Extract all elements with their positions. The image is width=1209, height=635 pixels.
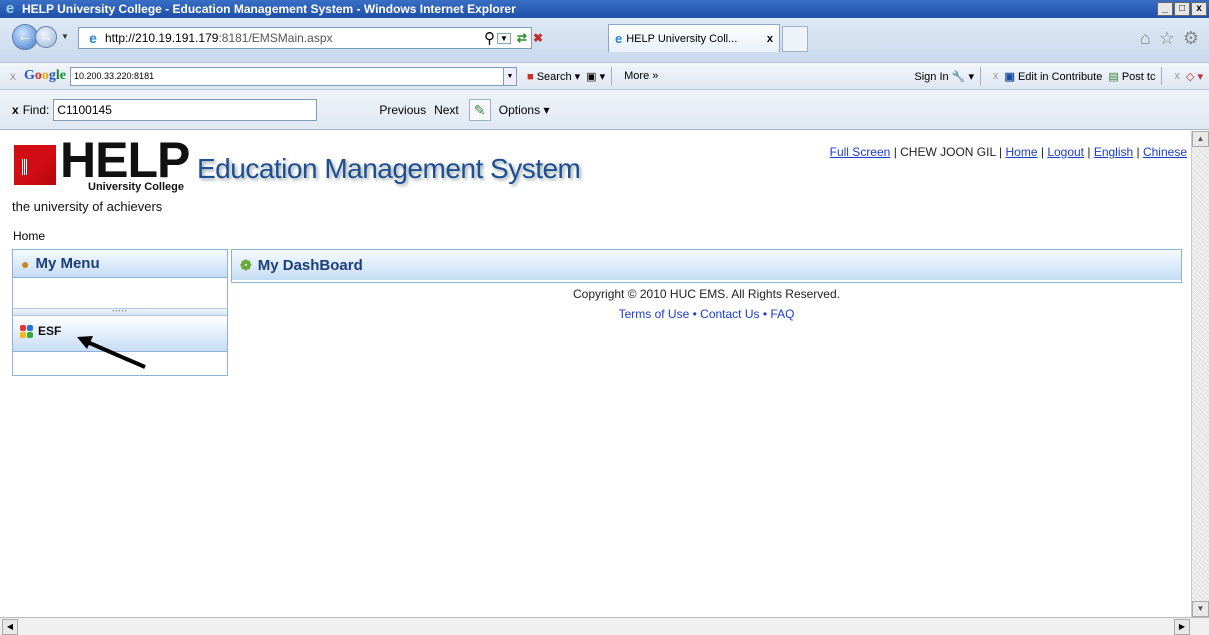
google-search-dropdown-icon[interactable]: ▼ <box>504 66 517 86</box>
history-dropdown-icon[interactable]: ▼ <box>61 32 69 41</box>
tab-page-icon: e <box>615 31 623 46</box>
copyright-text: Copyright © 2010 HUC EMS. All Rights Res… <box>573 287 840 301</box>
horizontal-scrollbar[interactable]: ◀ ▶ <box>0 617 1209 635</box>
scroll-right-icon[interactable]: ▶ <box>1174 619 1190 635</box>
edit-in-contribute-button[interactable]: ▣ Edit in Contribute <box>1005 70 1103 83</box>
home-link[interactable]: Home <box>1006 145 1038 159</box>
contact-us-link[interactable]: Contact Us <box>700 307 759 321</box>
stop-icon[interactable]: ✖ <box>533 31 543 45</box>
address-bar[interactable]: e http://210.19.191.179:8181/EMSMain.asp… <box>78 27 532 49</box>
footer-links: Terms of Use • Contact Us • FAQ <box>618 307 795 321</box>
close-icon[interactable]: x <box>1174 70 1180 82</box>
scroll-left-icon[interactable]: ◀ <box>2 619 18 635</box>
help-logo-text: HELP <box>60 132 190 188</box>
page-options-icon[interactable]: ▣ ▾ <box>586 70 605 83</box>
breadcrumb[interactable]: Home <box>13 229 45 243</box>
forward-button[interactable]: → <box>35 26 57 48</box>
window-title: HELP University College - Education Mana… <box>22 2 516 16</box>
translate-icon[interactable]: ◇ ▾ <box>1186 70 1203 83</box>
scroll-up-icon[interactable]: ▲ <box>1192 131 1209 147</box>
navigation-bar: ← → ▼ e http://210.19.191.179:8181/EMSMa… <box>0 18 1209 62</box>
google-search-input[interactable]: 10.200.33.220:8181 <box>70 66 504 86</box>
dashboard-icon: ❁ <box>240 256 252 273</box>
find-input[interactable]: C1100145 <box>53 98 318 121</box>
esf-app-icon <box>19 324 33 338</box>
find-close-button[interactable]: x <box>12 103 19 117</box>
help-logo-subtitle: University College <box>88 181 184 193</box>
browser-tab[interactable]: e HELP University Coll... x <box>608 24 780 52</box>
google-search-button[interactable]: ■ Search ▾ <box>527 70 580 83</box>
find-previous-button[interactable]: Previous <box>379 103 426 117</box>
scroll-down-icon[interactable]: ▼ <box>1192 601 1209 617</box>
faq-link[interactable]: FAQ <box>770 307 794 321</box>
find-bar: x Find: C1100145 Previous Next ✎ Options… <box>0 90 1209 130</box>
menu-body <box>13 278 227 308</box>
logout-link[interactable]: Logout <box>1047 145 1084 159</box>
tab-close-button[interactable]: x <box>767 33 773 45</box>
tagline: the university of achievers <box>12 199 163 214</box>
separator <box>611 67 613 85</box>
terms-of-use-link[interactable]: Terms of Use <box>619 307 690 321</box>
chinese-link[interactable]: Chinese <box>1143 145 1187 159</box>
my-menu-title: My Menu <box>35 255 100 272</box>
google-toolbar: x Google 10.200.33.220:8181 ▼ ■ Search ▾… <box>0 62 1209 90</box>
full-screen-link[interactable]: Full Screen <box>830 145 891 159</box>
search-icon[interactable]: ⚲ <box>484 29 495 47</box>
contribute-icon: ▣ <box>1004 70 1015 83</box>
separator <box>980 67 981 85</box>
dropdown-icon[interactable]: ▼ <box>497 32 511 44</box>
new-tab-button[interactable] <box>782 26 808 52</box>
post-to-button[interactable]: ▤ Post tc <box>1108 70 1155 83</box>
find-options-button[interactable]: Options ▾ <box>499 103 550 117</box>
app-title: Education Management System <box>197 153 581 184</box>
minimize-button[interactable]: _ <box>1157 2 1173 16</box>
my-menu-header[interactable]: ● My Menu <box>13 250 227 278</box>
help-logo-mark <box>14 145 56 185</box>
find-next-button[interactable]: Next <box>434 103 459 117</box>
maximize-button[interactable]: □ <box>1174 2 1190 16</box>
page-content: HELP University College the university o… <box>0 131 1191 617</box>
my-dashboard-header[interactable]: ❁ My DashBoard <box>232 250 1181 280</box>
top-links: Full Screen | CHEW JOON GIL | Home | Log… <box>829 145 1187 159</box>
wrench-icon: 🔧 <box>951 70 966 83</box>
close-window-button[interactable]: x <box>1191 2 1207 16</box>
home-icon[interactable]: ⌂ <box>1140 28 1151 49</box>
panel-splitter[interactable]: ••••• <box>13 308 227 316</box>
tools-gear-icon[interactable]: ⚙ <box>1183 28 1199 49</box>
page-icon: e <box>89 30 97 46</box>
find-label: Find: <box>22 102 50 117</box>
google-logo: Google <box>24 68 66 83</box>
user-icon: ● <box>21 255 30 272</box>
user-name: CHEW JOON GIL <box>900 145 996 159</box>
english-link[interactable]: English <box>1094 145 1133 159</box>
window-title-bar: e HELP University College - Education Ma… <box>0 0 1209 18</box>
internet-explorer-icon: e <box>5 0 15 17</box>
vertical-scrollbar[interactable]: ▲ ▼ <box>1191 131 1209 617</box>
separator <box>1161 67 1163 85</box>
favorites-star-icon[interactable]: ☆ <box>1159 28 1175 49</box>
more-button[interactable]: More » <box>624 70 658 82</box>
sign-in-button[interactable]: Sign In 🔧 ▾ <box>914 70 974 83</box>
post-icon: ▤ <box>1108 70 1119 83</box>
annotation-arrow <box>77 336 146 369</box>
menu-item-label: ESF <box>38 324 62 338</box>
address-url[interactable]: http://210.19.191.179:8181/EMSMain.aspx <box>105 31 531 45</box>
highlight-pencil-icon[interactable]: ✎ <box>468 98 491 121</box>
my-dashboard-panel: ❁ My DashBoard <box>231 249 1182 283</box>
my-dashboard-title: My DashBoard <box>257 256 363 274</box>
google-search-icon: ■ <box>527 70 534 83</box>
close-toolbar-icon[interactable]: x <box>10 69 16 83</box>
tab-title: HELP University Coll... <box>626 32 738 45</box>
close-icon[interactable]: x <box>993 70 999 82</box>
refresh-icon[interactable]: ⇄ <box>517 31 527 45</box>
